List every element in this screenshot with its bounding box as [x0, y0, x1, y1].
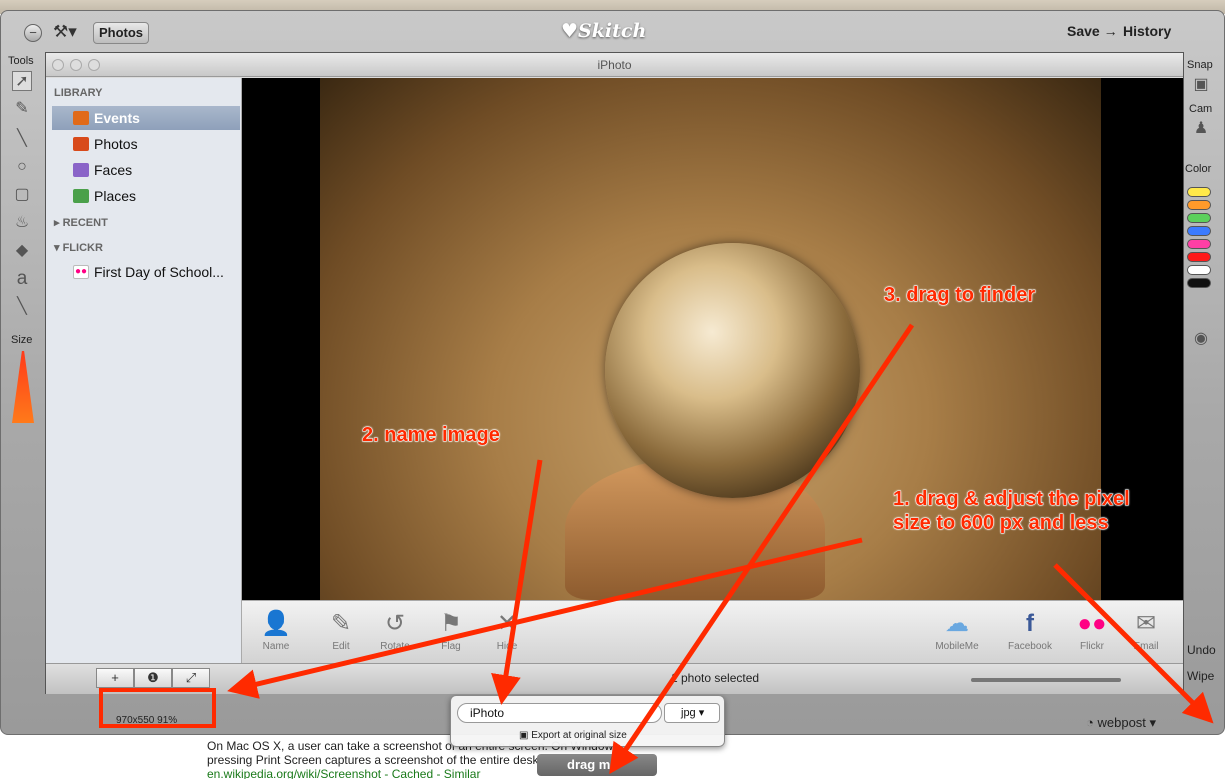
facebook-icon: f [1026, 610, 1034, 637]
annotation-step-3: 3. drag to finder [883, 284, 1036, 307]
flickr-share-icon: ●● [1077, 610, 1107, 637]
iphoto-titlebar: iPhoto [46, 53, 1183, 77]
skitch-logo: ♥Skitch [561, 20, 647, 42]
flickr-button[interactable]: ●● Flickr [1067, 607, 1117, 652]
recent-header[interactable]: ▸ RECENT [54, 216, 108, 229]
color-swatch[interactable] [1187, 265, 1211, 275]
size-label: Size [11, 334, 33, 346]
flickr-icon: ●● [73, 265, 89, 279]
webpost-dropdown[interactable]: ◔ webpost ▾ [1086, 715, 1156, 731]
line-tool-icon[interactable]: ╲ [12, 129, 32, 149]
pointer-tool-icon[interactable]: ➚ [12, 71, 32, 91]
iphoto-statusbar: + ❶ ⤢ 1 photo selected [46, 663, 1183, 694]
save-button[interactable]: Save → [1067, 23, 1118, 39]
sidebar-item-photos[interactable]: Photos [52, 132, 240, 156]
snippet-link[interactable]: en.wikipedia.org/wiki/Screenshot - Cache… [207, 767, 807, 779]
drag-me-handle[interactable]: drag me [537, 754, 657, 776]
annotation-step-1: 1. drag & adjust the pixel size to 600 p… [893, 488, 1131, 535]
flag-icon: ⚑ [440, 610, 462, 637]
places-icon [73, 189, 89, 203]
sidebar-item-places[interactable]: Places [52, 184, 240, 208]
iphoto-sidebar: LIBRARY Events Photos Faces Places ▸ REC… [46, 78, 242, 663]
sidebar-item-faces[interactable]: Faces [52, 158, 240, 182]
close-icon[interactable] [52, 59, 64, 71]
ellipse-tool-icon[interactable]: ○ [12, 157, 32, 177]
camera-icon[interactable]: ♟ [1191, 119, 1211, 139]
skitch-titlebar: − ⚒▾ Photos ♥Skitch Save → History [1, 11, 1224, 53]
color-swatch[interactable] [1187, 252, 1211, 262]
tools-label: Tools [8, 55, 34, 67]
rotate-icon: ↺ [384, 610, 406, 637]
screenshot: − ⚒▾ Photos ♥Skitch Save → History Tools… [0, 0, 1225, 779]
zoom-icon[interactable] [88, 59, 100, 71]
pen-tool-icon[interactable]: ✎ [12, 99, 32, 119]
facebook-button[interactable]: f Facebook [1000, 607, 1060, 652]
color-swatch[interactable] [1187, 187, 1211, 197]
cam-label: Cam [1189, 103, 1213, 115]
photos-button[interactable]: Photos [93, 22, 149, 44]
image-name-field[interactable]: iPhoto [457, 703, 662, 723]
fullscreen-icon[interactable]: ⤢ [172, 668, 210, 688]
status-text: 1 photo selected [671, 671, 760, 685]
events-icon [73, 111, 89, 125]
rectangle-tool-icon[interactable]: ▢ [12, 185, 32, 205]
color-label: Color [1185, 163, 1212, 175]
iphoto-title: iPhoto [597, 58, 632, 72]
iphoto-window: iPhoto LIBRARY Events Photos Faces Place… [45, 52, 1184, 694]
webpost-icon: ◔ [1086, 715, 1094, 730]
heart-icon: ♥ [561, 20, 579, 42]
size-slider[interactable] [12, 351, 34, 423]
minimize-icon[interactable] [70, 59, 82, 71]
eraser-tool-icon[interactable]: ◆ [12, 241, 32, 261]
wipe-button[interactable]: Wipe [1187, 669, 1214, 683]
rotate-button[interactable]: ↺ Rotate [370, 607, 420, 652]
edit-button[interactable]: ✎ Edit [316, 607, 366, 652]
add-icon[interactable]: + [96, 668, 134, 688]
zoom-slider[interactable] [971, 678, 1121, 682]
stamp-icon: ✉ [1135, 610, 1157, 637]
info-icon[interactable]: ❶ [134, 668, 172, 688]
faces-icon [73, 163, 89, 177]
library-header: LIBRARY [54, 87, 103, 99]
crystal-ball-image [605, 243, 860, 498]
photos-icon [73, 137, 89, 151]
mobileme-button[interactable]: ☁ MobileMe [927, 607, 987, 652]
pencil-icon: ✎ [330, 610, 352, 637]
snap-label: Snap [1187, 59, 1213, 71]
arrow-right-icon: → [1103, 23, 1118, 39]
highlighter-tool-icon[interactable]: ╲ [12, 297, 32, 317]
collapse-icon[interactable]: − [24, 24, 42, 42]
hide-icon: ✕ [496, 610, 518, 637]
color-picker-icon[interactable]: ◉ [1191, 329, 1211, 349]
undo-button[interactable]: Undo [1187, 643, 1216, 657]
tools-menu-icon[interactable]: ⚒▾ [53, 22, 77, 42]
color-swatch[interactable] [1187, 226, 1211, 236]
email-button[interactable]: ✉ Email [1121, 607, 1171, 652]
hide-button[interactable]: ✕ Hide [482, 607, 532, 652]
dimensions-highlight [99, 688, 216, 728]
color-swatch[interactable] [1187, 213, 1211, 223]
format-select[interactable]: jpg ▾ [664, 703, 720, 723]
annotation-step-2: 2. name image [362, 424, 501, 447]
text-tool-icon[interactable]: a [12, 269, 32, 289]
snippet-line-2: pressing Print Screen captures a screens… [207, 753, 556, 767]
export-original-checkbox[interactable]: ▣ Export at original size [519, 730, 627, 741]
cloud-icon: ☁ [945, 610, 969, 637]
flag-button[interactable]: ⚑ Flag [426, 607, 476, 652]
flickr-header[interactable]: ▾ FLICKR [54, 241, 103, 254]
iphoto-toolbar: 👤 Name ✎ Edit ↺ Rotate ⚑ Flag ✕ Hide ☁ MobileM… [242, 600, 1183, 663]
fill-tool-icon[interactable]: ♨ [12, 213, 32, 233]
color-swatch[interactable] [1187, 200, 1211, 210]
history-button[interactable]: History [1123, 23, 1171, 39]
sidebar-item-events[interactable]: Events [52, 106, 240, 130]
color-swatch[interactable] [1187, 239, 1211, 249]
name-icon: 👤 [261, 610, 291, 637]
sidebar-item-flickr-album[interactable]: ●● First Day of School... [52, 260, 240, 284]
export-popup: iPhoto jpg ▾ ▣ Export at original size [450, 695, 725, 747]
name-button[interactable]: 👤 Name [251, 607, 301, 652]
color-swatch[interactable] [1187, 278, 1211, 288]
snap-icon[interactable]: ▣ [1191, 75, 1211, 95]
